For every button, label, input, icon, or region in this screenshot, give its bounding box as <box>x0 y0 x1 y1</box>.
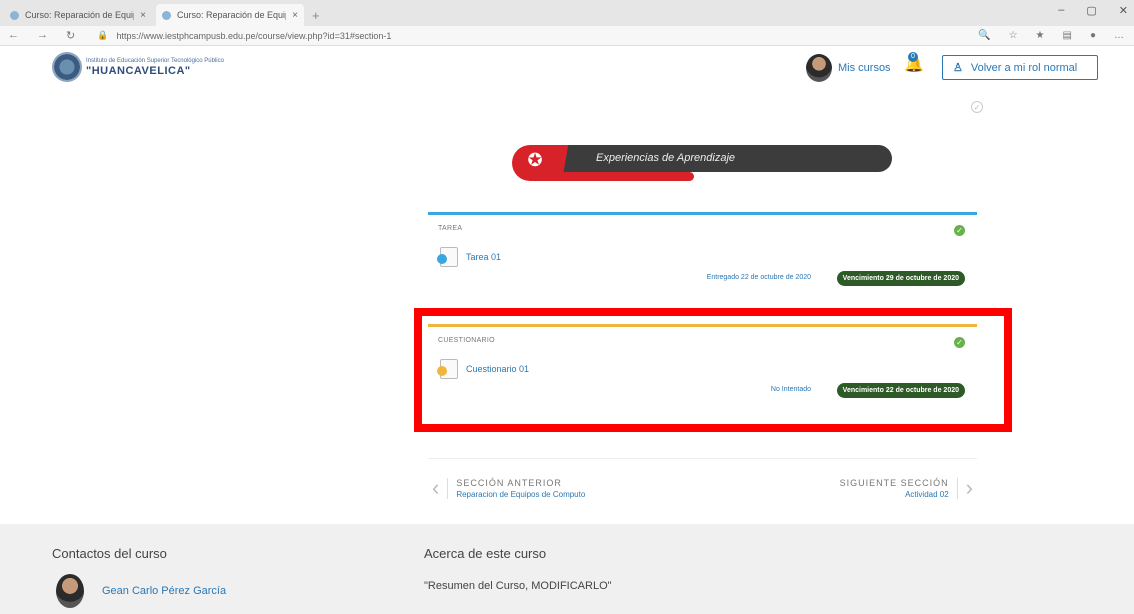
zoom-icon[interactable]: 🔍 <box>978 30 990 41</box>
return-role-label: Volver a mi rol normal <box>970 61 1078 74</box>
mis-cursos-link[interactable]: Mis cursos <box>838 62 891 74</box>
completion-check-icon[interactable]: ✓ <box>971 101 983 113</box>
logo-title: "HUANCAVELICA" <box>86 64 191 77</box>
section-title: Experiencias de Aprendizaje <box>596 152 736 164</box>
site-logo[interactable]: Instituto de Educación Superior Tecnológ… <box>52 52 224 82</box>
prev-section-name[interactable]: Reparacion de Equipos de Computo <box>456 490 585 499</box>
close-tab-icon[interactable]: × <box>292 10 298 21</box>
forward-icon[interactable]: → <box>37 29 48 42</box>
address-bar: ← → ↻ 🔒 https://www.iestphcampusb.edu.pe… <box>0 26 1134 46</box>
prev-section-label: SECCIÓN ANTERIOR <box>456 477 562 488</box>
section-navigation: ‹ SECCIÓN ANTERIOR Reparacion de Equipos… <box>428 458 977 518</box>
restore-icon[interactable]: ▢ <box>1086 4 1096 17</box>
favorites-bar-icon[interactable]: ★ <box>1036 30 1045 41</box>
avatar[interactable] <box>806 54 832 82</box>
due-date-badge: Vencimiento 29 de octubre de 2020 <box>836 271 965 286</box>
next-section-name[interactable]: Actividad 02 <box>840 490 949 499</box>
contacts-heading: Contactos del curso <box>52 546 167 561</box>
collections-icon[interactable]: ▤ <box>1063 30 1072 41</box>
logo-emblem-icon <box>52 52 82 82</box>
minimize-icon[interactable]: – <box>1058 4 1064 17</box>
page-footer: Contactos del curso Gean Carlo Pérez Gar… <box>0 524 1134 614</box>
chevron-right-icon: › <box>965 475 973 500</box>
section-banner: ✪ Experiencias de Aprendizaje <box>512 145 892 185</box>
next-section-label: SIGUIENTE SECCIÓN <box>839 477 949 488</box>
url-field[interactable]: https://www.iestphcampusb.edu.pe/course/… <box>116 31 391 41</box>
window-controls: – ▢ ✕ <box>1058 4 1128 17</box>
contact-item[interactable]: Gean Carlo Pérez García <box>56 574 226 608</box>
notifications-button[interactable]: 🔔 0 <box>904 52 928 78</box>
favicon-icon <box>162 10 171 20</box>
new-tab-button[interactable]: + <box>312 4 320 26</box>
logo-subtitle: Instituto de Educación Superior Tecnológ… <box>86 57 224 64</box>
assignment-icon <box>437 247 458 267</box>
completed-check-icon[interactable]: ✓ <box>954 225 965 236</box>
browser-tab-2[interactable]: Curso: Reparación de Equipos de... × <box>156 4 304 26</box>
favorite-icon[interactable]: ☆ <box>1009 30 1018 41</box>
avatar[interactable] <box>56 574 84 608</box>
highlight-box <box>414 308 1012 432</box>
about-heading: Acerca de este curso <box>424 546 547 561</box>
tab-label: Curso: Reparación de Equipos de... <box>177 10 286 20</box>
activity-type: TAREA <box>438 225 463 232</box>
browser-tab-1[interactable]: Curso: Reparación de Equipos de... × <box>4 4 152 26</box>
more-icon[interactable]: … <box>1114 30 1124 41</box>
medal-icon: ✪ <box>527 150 543 170</box>
activity-card-tarea: TAREA ✓ Tarea 01 Entregado 22 de octubre… <box>428 212 977 314</box>
favicon-icon <box>10 10 19 20</box>
activity-link[interactable]: Tarea 01 <box>437 247 501 267</box>
course-summary: "Resumen del Curso, MODIFICARLO" <box>424 580 612 592</box>
tab-label: Curso: Reparación de Equipos de... <box>25 10 134 20</box>
return-role-button[interactable]: ♙ Volver a mi rol normal <box>942 55 1098 80</box>
next-section-link[interactable]: SIGUIENTE SECCIÓN Actividad 02 › <box>840 475 973 501</box>
user-icon: ♙ <box>953 62 963 74</box>
contact-name[interactable]: Gean Carlo Pérez García <box>102 585 226 597</box>
refresh-icon[interactable]: ↻ <box>66 29 75 42</box>
profile-icon[interactable]: ● <box>1090 30 1096 41</box>
user-menu[interactable]: Mis cursos <box>806 54 891 82</box>
close-tab-icon[interactable]: × <box>140 10 146 21</box>
back-icon[interactable]: ← <box>8 29 19 42</box>
browser-tabbar: Curso: Reparación de Equipos de... × Cur… <box>0 0 1134 26</box>
lock-icon[interactable]: 🔒 <box>97 30 108 41</box>
activity-name[interactable]: Tarea 01 <box>466 252 501 262</box>
submission-status: Entregado 22 de octubre de 2020 <box>706 274 811 281</box>
chevron-left-icon: ‹ <box>432 475 440 500</box>
close-window-icon[interactable]: ✕ <box>1119 4 1128 17</box>
previous-section-link[interactable]: ‹ SECCIÓN ANTERIOR Reparacion de Equipos… <box>432 475 585 501</box>
notification-badge: 0 <box>908 52 918 62</box>
